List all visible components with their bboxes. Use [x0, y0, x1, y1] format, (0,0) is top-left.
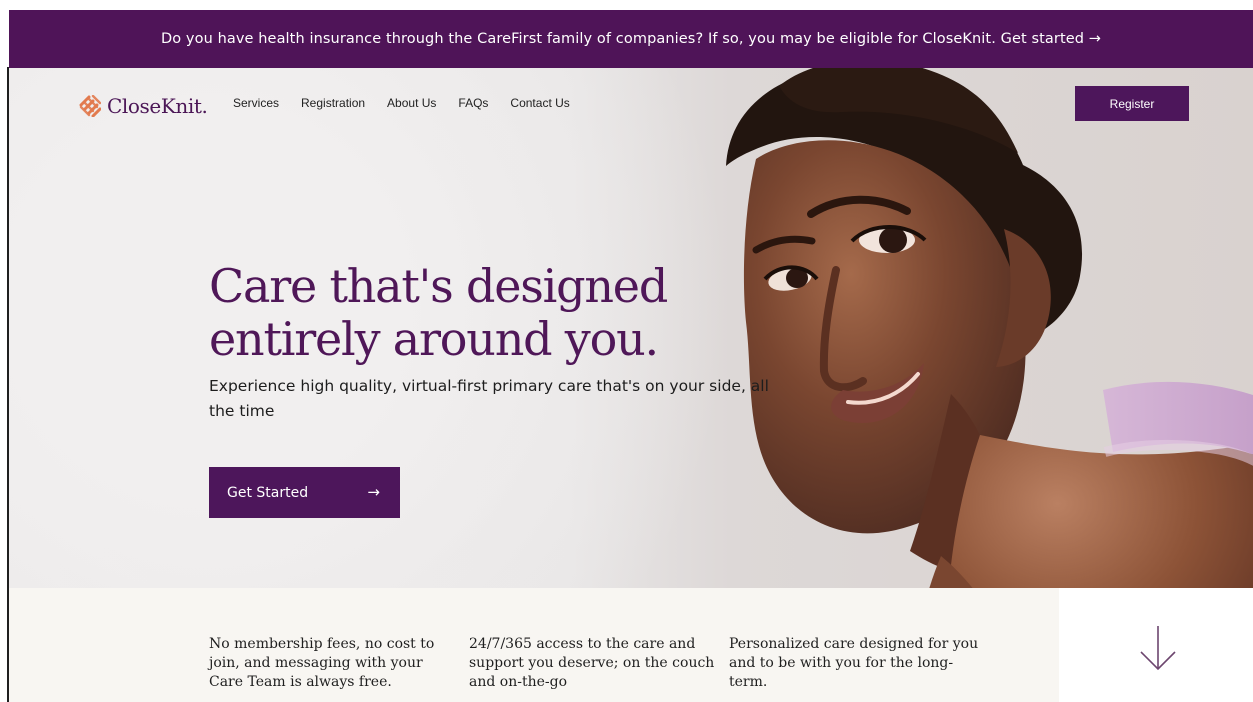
primary-nav: Services Registration About Us FAQs Cont… — [233, 96, 570, 110]
feature-no-fees: No membership fees, no cost to join, and… — [209, 636, 435, 690]
hero-copy: Care that's designed entirely around you… — [209, 260, 789, 424]
features-panel: No membership fees, no cost to join, and… — [9, 588, 1059, 702]
hero-title: Care that's designed entirely around you… — [209, 260, 789, 366]
nav-faqs[interactable]: FAQs — [458, 96, 488, 110]
get-started-button[interactable]: Get Started → — [209, 467, 400, 518]
closeknit-logo[interactable]: CloseKnit. — [79, 90, 208, 122]
scroll-down-button[interactable] — [1136, 624, 1180, 672]
logo-text[interactable]: CloseKnit. — [107, 94, 208, 118]
eligibility-banner[interactable]: Do you have health insurance through the… — [9, 10, 1253, 68]
nav-contact-us[interactable]: Contact Us — [510, 96, 569, 110]
eligibility-banner-text[interactable]: Do you have health insurance through the… — [161, 31, 1101, 47]
nav-registration[interactable]: Registration — [301, 96, 365, 110]
hero-title-line-2: entirely around you. — [209, 312, 659, 366]
main-navigation: CloseKnit. Services Registration About U… — [9, 68, 1253, 140]
feature-personalized-care: Personalized care designed for you and t… — [729, 636, 979, 690]
register-button[interactable]: Register — [1075, 86, 1189, 121]
feature-247-access: 24/7/365 access to the care and support … — [469, 636, 715, 690]
get-started-label: Get Started — [227, 484, 309, 501]
nav-services[interactable]: Services — [233, 96, 279, 110]
left-window-edge — [0, 0, 9, 702]
closeknit-weave-icon — [79, 95, 101, 117]
closeknit-homepage: Do you have health insurance through the… — [0, 0, 1253, 702]
hero-title-line-1: Care that's designed — [209, 259, 668, 313]
arrow-down-icon — [1140, 626, 1176, 671]
hero-subtitle: Experience high quality, virtual-first p… — [209, 377, 769, 420]
nav-about-us[interactable]: About Us — [387, 96, 436, 110]
arrow-right-icon: → — [367, 483, 380, 501]
